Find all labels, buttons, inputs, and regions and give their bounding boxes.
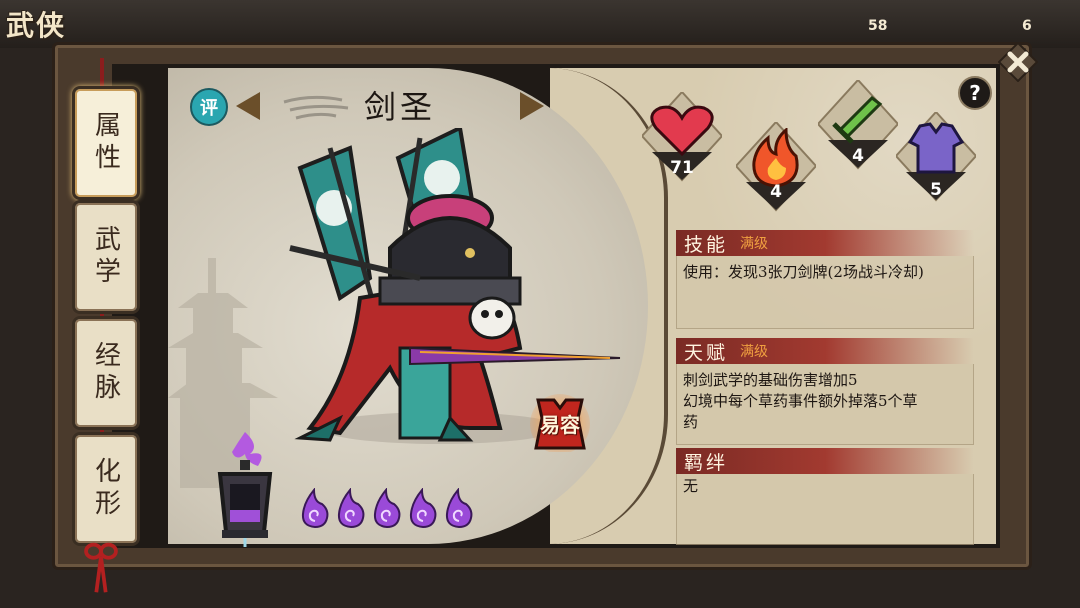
spirit-flame-icon [337,488,365,528]
top-bar-background [0,0,1080,48]
stat-heart: 71 [642,92,722,192]
talent-section: 天赋 满级 刺剑武学的基础伤害增加5 幻境中每个草药事件额外掉落5个草 药 [676,338,974,445]
game-title: 武侠 [6,9,67,42]
talent-line: 药 [683,413,699,431]
talent-description: 刺剑武学的基础伤害增加5 幻境中每个草药事件额外掉落5个草 药 [676,364,974,445]
spirit-flame-icon [373,488,401,528]
talent-line: 幻境中每个草药事件额外掉落5个草 [683,392,918,410]
bond-title: 羁绊 [684,451,729,474]
spirit-flame-icon [301,488,329,528]
spirit-lantern-icon [217,432,273,547]
stat-armor: 5 [896,112,976,212]
skill-section: 技能 满级 使用：发现3张刀剑牌(2场战斗冷却) [676,230,974,329]
skill-level-badge: 满级 [740,236,769,252]
tab-meridians-label: 经脉 [90,341,121,405]
fire-icon [752,128,799,188]
help-button[interactable]: ? [958,76,992,110]
prev-character-arrow[interactable] [236,92,260,120]
talent-level-badge: 满级 [740,344,769,360]
tab-attributes-label: 属性 [90,111,121,175]
skill-title: 技能 [684,233,729,256]
tab-martial-arts[interactable]: 武学 [72,200,140,314]
help-label: ? [969,81,981,105]
stat-armor-value: 5 [930,180,942,200]
tab-martial-arts-label: 武学 [90,225,121,289]
stat-sword-value: 4 [852,146,864,166]
talent-header: 天赋 满级 [676,338,974,364]
spirit-flame-icon [409,488,437,528]
bond-header: 羁绊 [676,448,974,474]
next-character-arrow[interactable] [520,92,544,120]
skill-header: 技能 满级 [676,230,974,256]
stat-heart-value: 71 [670,158,694,178]
talent-title: 天赋 [684,341,729,364]
tab-meridians[interactable]: 经脉 [72,316,140,430]
rating-label: 评 [200,98,218,119]
disguise-button[interactable]: 易容 [528,394,592,452]
tab-attributes[interactable]: 属性 [72,86,140,200]
tab-transform[interactable]: 化形 [72,432,140,546]
spirit-flames [300,488,474,528]
stat-sword: 4 [818,80,898,180]
cord-knot-icon [84,542,118,593]
bond-description: 无 [676,474,974,545]
stat-fire: 4 [736,122,816,222]
skill-description: 使用：发现3张刀剑牌(2场战斗冷却) [676,256,974,329]
tab-transform-label: 化形 [90,457,121,521]
spirit-flame-icon [445,488,473,528]
rating-button[interactable]: 评 [190,88,228,126]
armor-icon [907,122,965,174]
talent-line: 刺剑武学的基础伤害增加5 [683,371,858,389]
close-icon[interactable] [998,42,1038,82]
character-name: 剑圣 [363,88,436,126]
stat-fire-value: 4 [770,182,782,202]
top-stat-1: 58 [868,18,888,34]
top-stat-2: 6 [1022,18,1032,34]
heart-icon [650,105,714,157]
bond-section: 羁绊 无 [676,448,974,545]
sword-icon [832,96,883,144]
disguise-label: 易容 [540,412,580,437]
